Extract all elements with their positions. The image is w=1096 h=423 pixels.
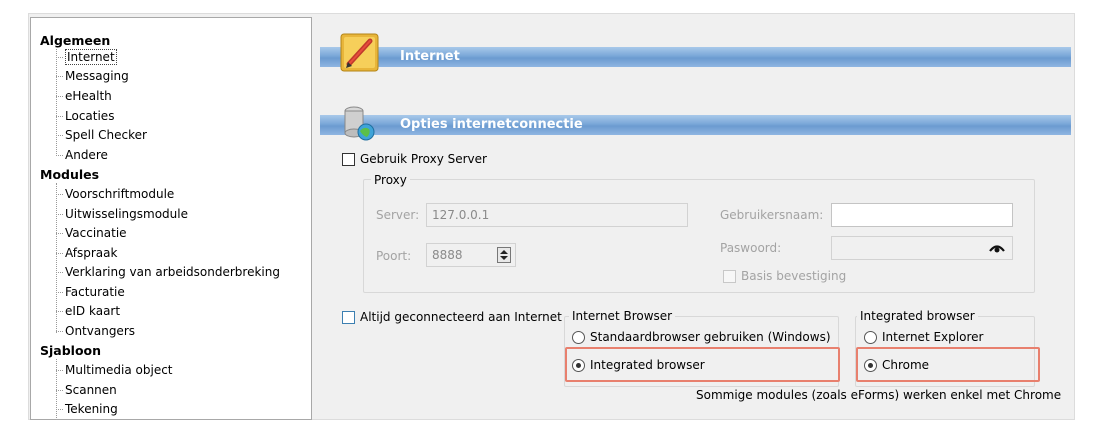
section-header-bar: Opties internetconnectie	[320, 115, 1071, 135]
basic-auth-checkbox[interactable]	[723, 270, 736, 283]
basic-auth-label: Basis bevestiging	[741, 269, 847, 283]
chrome-note: Sommige modules (zoals eForms) werken en…	[696, 388, 1062, 402]
integrated-browser-group-title: Integrated browser	[857, 309, 978, 323]
tree-item-vaccinatie[interactable]: Vaccinatie	[65, 226, 127, 241]
tree-item-locaties[interactable]: Locaties	[65, 109, 114, 124]
tree-item-tekening[interactable]: Tekening	[65, 402, 118, 417]
radio-internet-explorer[interactable]	[864, 331, 877, 344]
tree-item-messaging[interactable]: Messaging	[65, 69, 129, 84]
tree-item-internet[interactable]: Internet	[65, 49, 117, 65]
tree-item-spell-checker[interactable]: Spell Checker	[65, 128, 147, 143]
tree-category-modules[interactable]: Modules	[40, 167, 99, 182]
tree-item-eid-kaart[interactable]: eID kaart	[65, 304, 120, 319]
tree-item-uitwisselingsmodule[interactable]: Uitwisselingsmodule	[65, 207, 188, 222]
use-proxy-label: Gebruik Proxy Server	[360, 152, 487, 166]
radio-integrated-browser[interactable]	[572, 359, 585, 372]
tree-category-sjabloon[interactable]: Sjabloon	[40, 343, 101, 358]
username-label: Gebruikersnaam:	[720, 208, 824, 222]
port-label: Poort:	[376, 249, 412, 263]
database-globe-icon	[340, 104, 378, 142]
always-connected-label: Altijd geconnecteerd aan Internet	[360, 310, 562, 324]
tree-item-voorschriftmodule[interactable]: Voorschriftmodule	[65, 187, 174, 202]
radio-standard-browser[interactable]	[572, 331, 585, 344]
tree-item-ehealth[interactable]: eHealth	[65, 89, 112, 104]
tree-item-scannen[interactable]: Scannen	[65, 383, 117, 398]
username-input[interactable]	[831, 203, 1013, 227]
tree-item-ontvangers[interactable]: Ontvangers	[65, 324, 135, 339]
tree-item-multimedia-object[interactable]: Multimedia object	[65, 363, 173, 378]
password-label: Paswoord:	[720, 241, 782, 255]
page-header-bar: Internet	[320, 47, 1071, 67]
always-connected-checkbox[interactable]	[342, 311, 355, 324]
page-title: Internet	[400, 49, 460, 64]
password-input[interactable]	[831, 236, 1013, 260]
radio-chrome-label: Chrome	[882, 358, 930, 372]
spinner-arrows-icon	[500, 250, 508, 260]
tree-item-andere[interactable]: Andere	[65, 148, 108, 163]
radio-chrome[interactable]	[864, 359, 877, 372]
internet-browser-group-title: Internet Browser	[569, 309, 676, 323]
port-value: 8888	[432, 248, 463, 262]
use-proxy-checkbox[interactable]	[342, 153, 355, 166]
tree-item-verklaring[interactable]: Verklaring van arbeidsonderbreking	[65, 265, 280, 280]
tree-item-afspraak[interactable]: Afspraak	[65, 246, 117, 261]
radio-integrated-browser-label: Integrated browser	[590, 358, 705, 372]
settings-tree[interactable]: Algemeen Internet Messaging eHealth Loca…	[30, 17, 312, 420]
radio-internet-explorer-label: Internet Explorer	[882, 330, 984, 344]
pencil-icon	[340, 33, 380, 73]
server-label: Server:	[376, 208, 420, 222]
server-input[interactable]: 127.0.0.1	[426, 203, 688, 227]
section-title: Opties internetconnectie	[400, 117, 583, 132]
tree-category-algemeen[interactable]: Algemeen	[40, 33, 110, 48]
show-password-eye-icon[interactable]	[989, 242, 1005, 254]
tree-item-facturatie[interactable]: Facturatie	[65, 285, 125, 300]
proxy-group-title: Proxy	[371, 173, 410, 187]
radio-standard-browser-label: Standaardbrowser gebruiken (Windows)	[590, 330, 831, 344]
port-spinner[interactable]	[497, 247, 511, 263]
